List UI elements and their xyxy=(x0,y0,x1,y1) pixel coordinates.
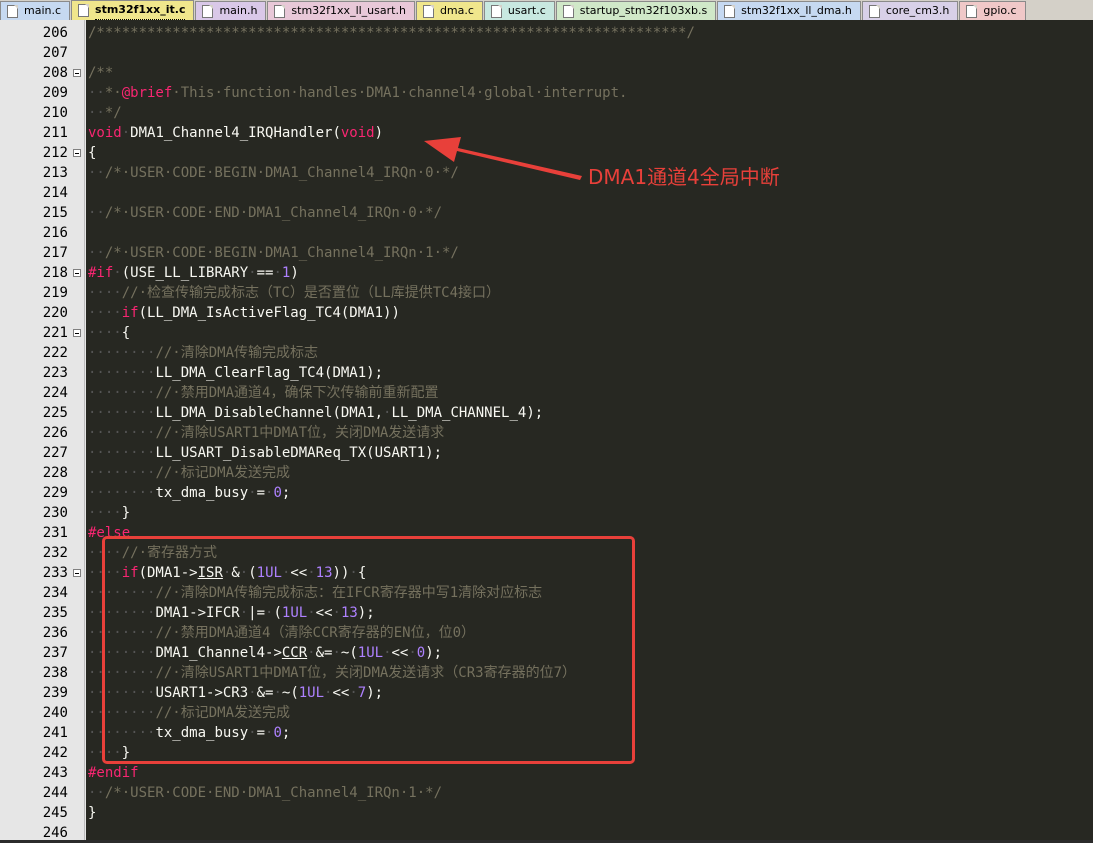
annotation-arrow xyxy=(424,137,582,180)
arrow-shape xyxy=(424,137,582,180)
annotation-label: DMA1通道4全局中断 xyxy=(588,165,780,189)
